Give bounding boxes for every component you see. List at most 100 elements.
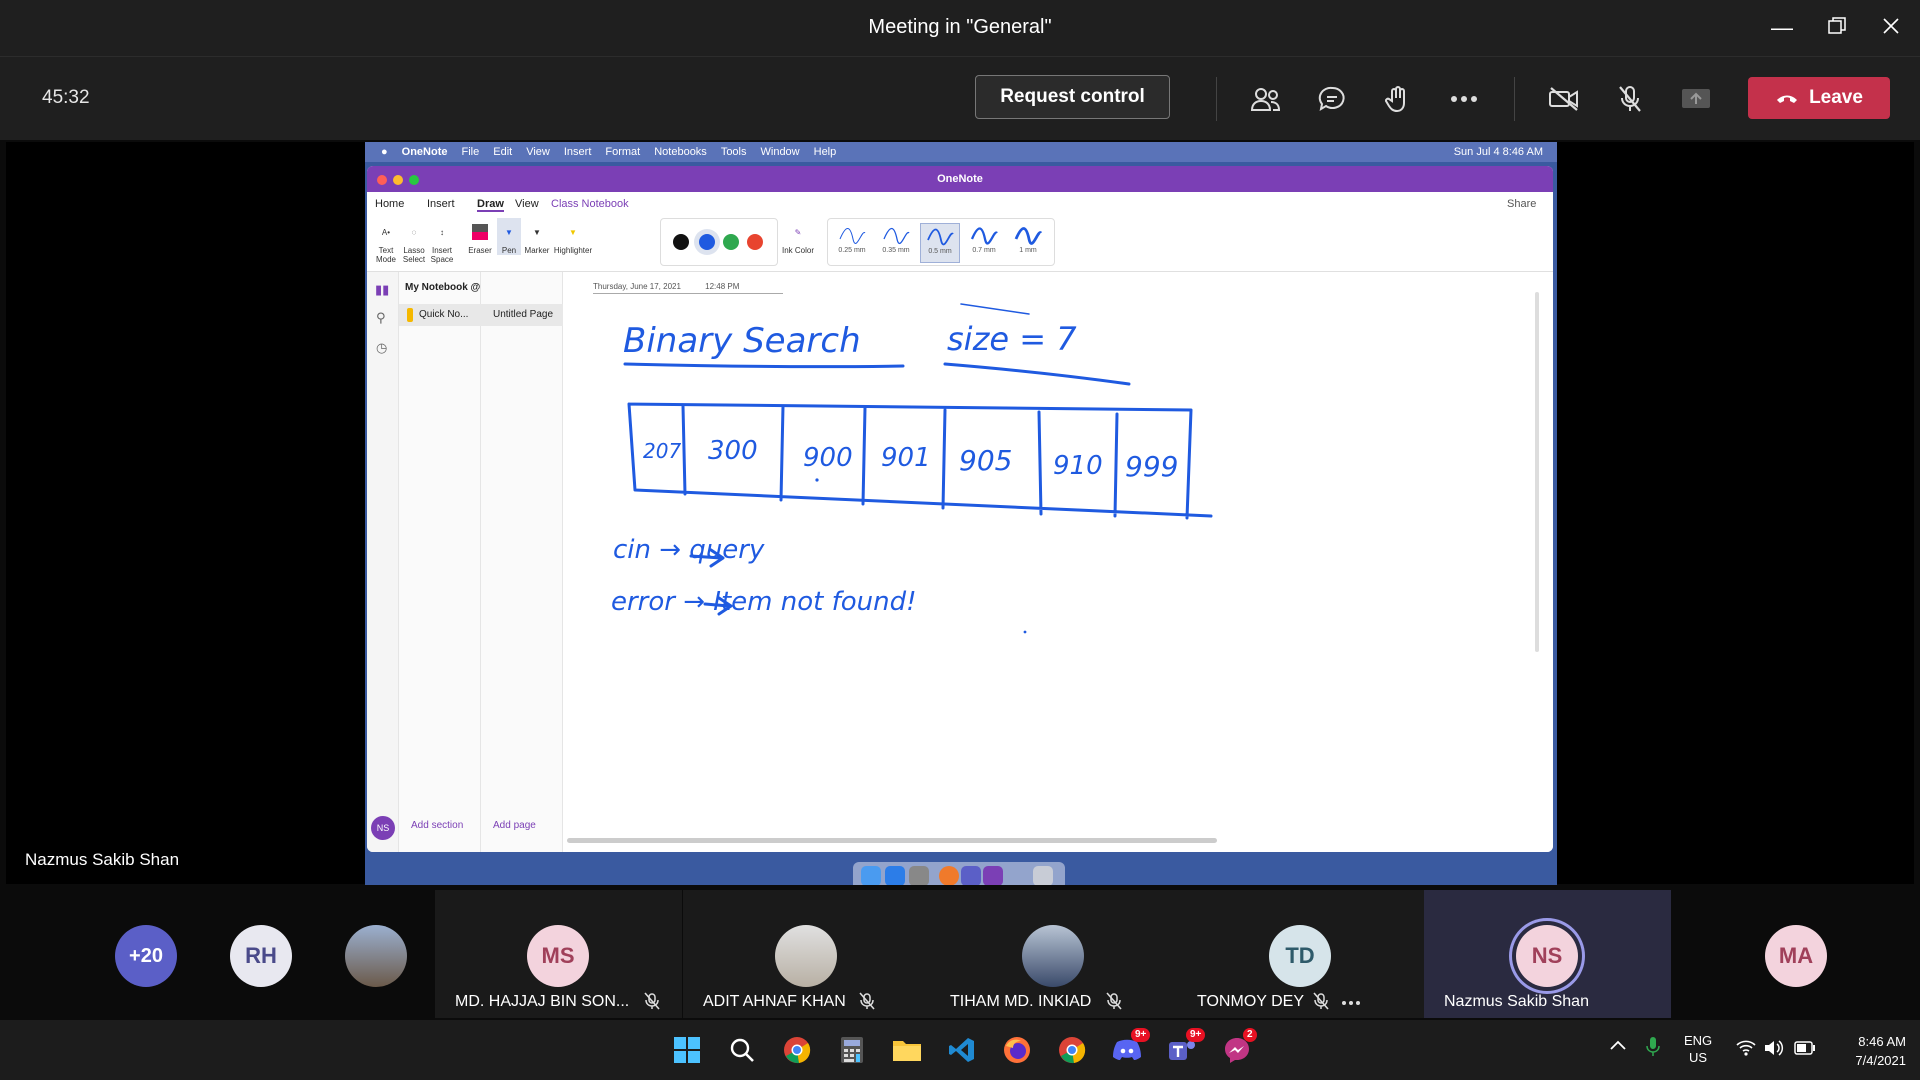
width-option[interactable]: 0.35 mm <box>876 223 916 263</box>
start-icon[interactable] <box>667 1030 707 1070</box>
minimize-icon[interactable]: — <box>1762 12 1802 44</box>
width-option[interactable]: 0.25 mm <box>832 223 872 263</box>
teams-icon[interactable] <box>961 866 981 885</box>
width-option[interactable]: 0.7 mm <box>964 223 1004 263</box>
teams-icon[interactable]: 9+ <box>1162 1028 1206 1070</box>
section-item[interactable]: Quick No... <box>399 304 481 326</box>
wifi-icon[interactable] <box>1736 1040 1756 1059</box>
tab-insert[interactable]: Insert <box>427 198 455 210</box>
recent-icon[interactable]: ◷ <box>376 340 387 356</box>
eraser-tool[interactable]: Eraser <box>463 218 497 255</box>
close-icon[interactable] <box>1871 12 1911 44</box>
messenger-icon[interactable]: 2 <box>1217 1028 1257 1070</box>
mac-menubar: ● OneNote File Edit View Insert Format N… <box>365 142 1557 162</box>
search-icon[interactable]: ⚲ <box>376 310 386 326</box>
menu-edit: Edit <box>493 146 513 158</box>
participant-tile-active[interactable]: NS Nazmus Sakib Shan <box>1424 890 1671 1018</box>
avatar[interactable]: MA <box>1765 925 1827 987</box>
mic-off-icon <box>859 992 875 1010</box>
discord-icon[interactable]: 9+ <box>1107 1028 1151 1070</box>
notebooks-icon[interactable]: ▮▮ <box>375 282 389 298</box>
text-mode-tool[interactable]: A• Text Mode <box>373 218 399 265</box>
page-canvas[interactable]: Thursday, June 17, 2021 12:48 PM Binary … <box>563 272 1553 852</box>
participants-icon[interactable] <box>1246 79 1286 119</box>
more-options-icon[interactable] <box>1444 79 1484 119</box>
mac-clock: Sun Jul 4 8:46 AM <box>1453 146 1543 158</box>
mic-off-icon <box>1106 992 1122 1010</box>
firefox-icon[interactable] <box>939 866 959 885</box>
tab-home[interactable]: Home <box>375 198 404 210</box>
participant-tile[interactable]: TD TONMOY DEY <box>1177 890 1424 1018</box>
insert-space-tool[interactable]: ↕ Insert Space <box>427 218 457 265</box>
avatar <box>775 925 837 987</box>
system-preferences-icon[interactable] <box>909 866 929 885</box>
menu-help: Help <box>813 146 837 158</box>
participant-tile[interactable]: TIHAM MD. INKIAD <box>930 890 1177 1018</box>
tab-draw[interactable]: Draw <box>477 198 504 212</box>
participant-name: TIHAM MD. INKIAD <box>950 993 1092 1010</box>
participant-tile[interactable]: MS MD. HAJJAJ BIN SON... <box>435 890 682 1018</box>
chrome-icon[interactable] <box>1052 1030 1092 1070</box>
restore-icon[interactable] <box>1817 12 1857 44</box>
width-option[interactable]: 1 mm <box>1008 223 1048 263</box>
file-explorer-icon[interactable] <box>887 1030 927 1070</box>
camera-off-icon[interactable] <box>1544 79 1584 119</box>
participant-strip: +20 RH MS MD. HAJJAJ BIN SON... ADIT AHN… <box>0 890 1920 1018</box>
meeting-toolbar: 45:32 Request control Leave <box>0 56 1920 140</box>
add-page-button[interactable]: Add page <box>493 820 536 831</box>
system-clock[interactable]: 8:46 AM 7/4/2021 <box>1830 1032 1906 1070</box>
tab-class-notebook[interactable]: Class Notebook <box>551 198 629 210</box>
page-item[interactable]: Untitled Page <box>481 304 563 326</box>
chevron-up-icon[interactable] <box>1610 1038 1626 1053</box>
tab-view[interactable]: View <box>515 198 539 210</box>
input-language[interactable]: ENG US <box>1684 1032 1712 1066</box>
avatar[interactable]: RH <box>230 925 292 987</box>
sections-pane: My Notebook @ A... Quick No... Add secti… <box>399 272 498 852</box>
color-red-swatch[interactable] <box>747 234 763 250</box>
pages-pane: Untitled Page Add page <box>481 272 563 852</box>
array-cell-2: 900 <box>803 443 853 473</box>
finder-icon[interactable] <box>861 866 881 885</box>
request-control-button[interactable]: Request control <box>975 75 1170 119</box>
menu-tools: Tools <box>720 146 747 158</box>
add-section-button[interactable]: Add section <box>411 820 463 831</box>
vscode-icon[interactable] <box>942 1030 982 1070</box>
onenote-icon[interactable] <box>983 866 1003 885</box>
app-store-icon[interactable] <box>885 866 905 885</box>
chat-icon[interactable] <box>1312 79 1352 119</box>
calculator-icon[interactable] <box>832 1030 872 1070</box>
trash-icon[interactable] <box>1033 866 1053 885</box>
avatar[interactable]: NS <box>371 816 395 840</box>
share-screen-icon[interactable] <box>1676 79 1716 119</box>
avatar[interactable] <box>345 925 407 987</box>
pen-tool[interactable]: ▼ Pen <box>497 218 521 255</box>
raise-hand-icon[interactable] <box>1378 79 1418 119</box>
leave-button[interactable]: Leave <box>1748 77 1890 119</box>
array-cell-0: 207 <box>643 439 681 463</box>
ink-size-note: size = 7 <box>947 320 1077 358</box>
volume-icon[interactable] <box>1764 1039 1784 1060</box>
highlighter-tool[interactable]: ▼ Highlighter <box>551 218 595 256</box>
lasso-select-tool[interactable]: ◌ Lasso Select <box>401 218 427 265</box>
more-options-icon[interactable] <box>1341 1000 1361 1006</box>
horizontal-scrollbar[interactable] <box>567 838 1217 843</box>
chrome-icon[interactable] <box>777 1030 817 1070</box>
vertical-scrollbar[interactable] <box>1535 292 1539 652</box>
battery-icon[interactable] <box>1794 1041 1816 1058</box>
participant-tile[interactable]: ADIT AHNAF KHAN <box>683 890 930 1018</box>
ink-color-button[interactable]: ✎ Ink Color <box>781 218 815 256</box>
color-black-swatch[interactable] <box>673 234 689 250</box>
mic-off-icon <box>1313 992 1329 1010</box>
marker-tool[interactable]: ▼ Marker <box>523 218 551 256</box>
microphone-icon[interactable] <box>1646 1036 1660 1061</box>
color-blue-swatch[interactable] <box>699 234 715 250</box>
ink-dot <box>1023 630 1027 634</box>
share-button[interactable]: Share <box>1507 198 1536 210</box>
width-option-selected[interactable]: 0.5 mm <box>920 223 960 263</box>
mic-off-icon[interactable] <box>1610 79 1650 119</box>
color-green-swatch[interactable] <box>723 234 739 250</box>
firefox-icon[interactable] <box>997 1030 1037 1070</box>
search-icon[interactable] <box>722 1030 762 1070</box>
menu-window: Window <box>760 146 800 158</box>
more-participants-button[interactable]: +20 <box>115 925 177 987</box>
